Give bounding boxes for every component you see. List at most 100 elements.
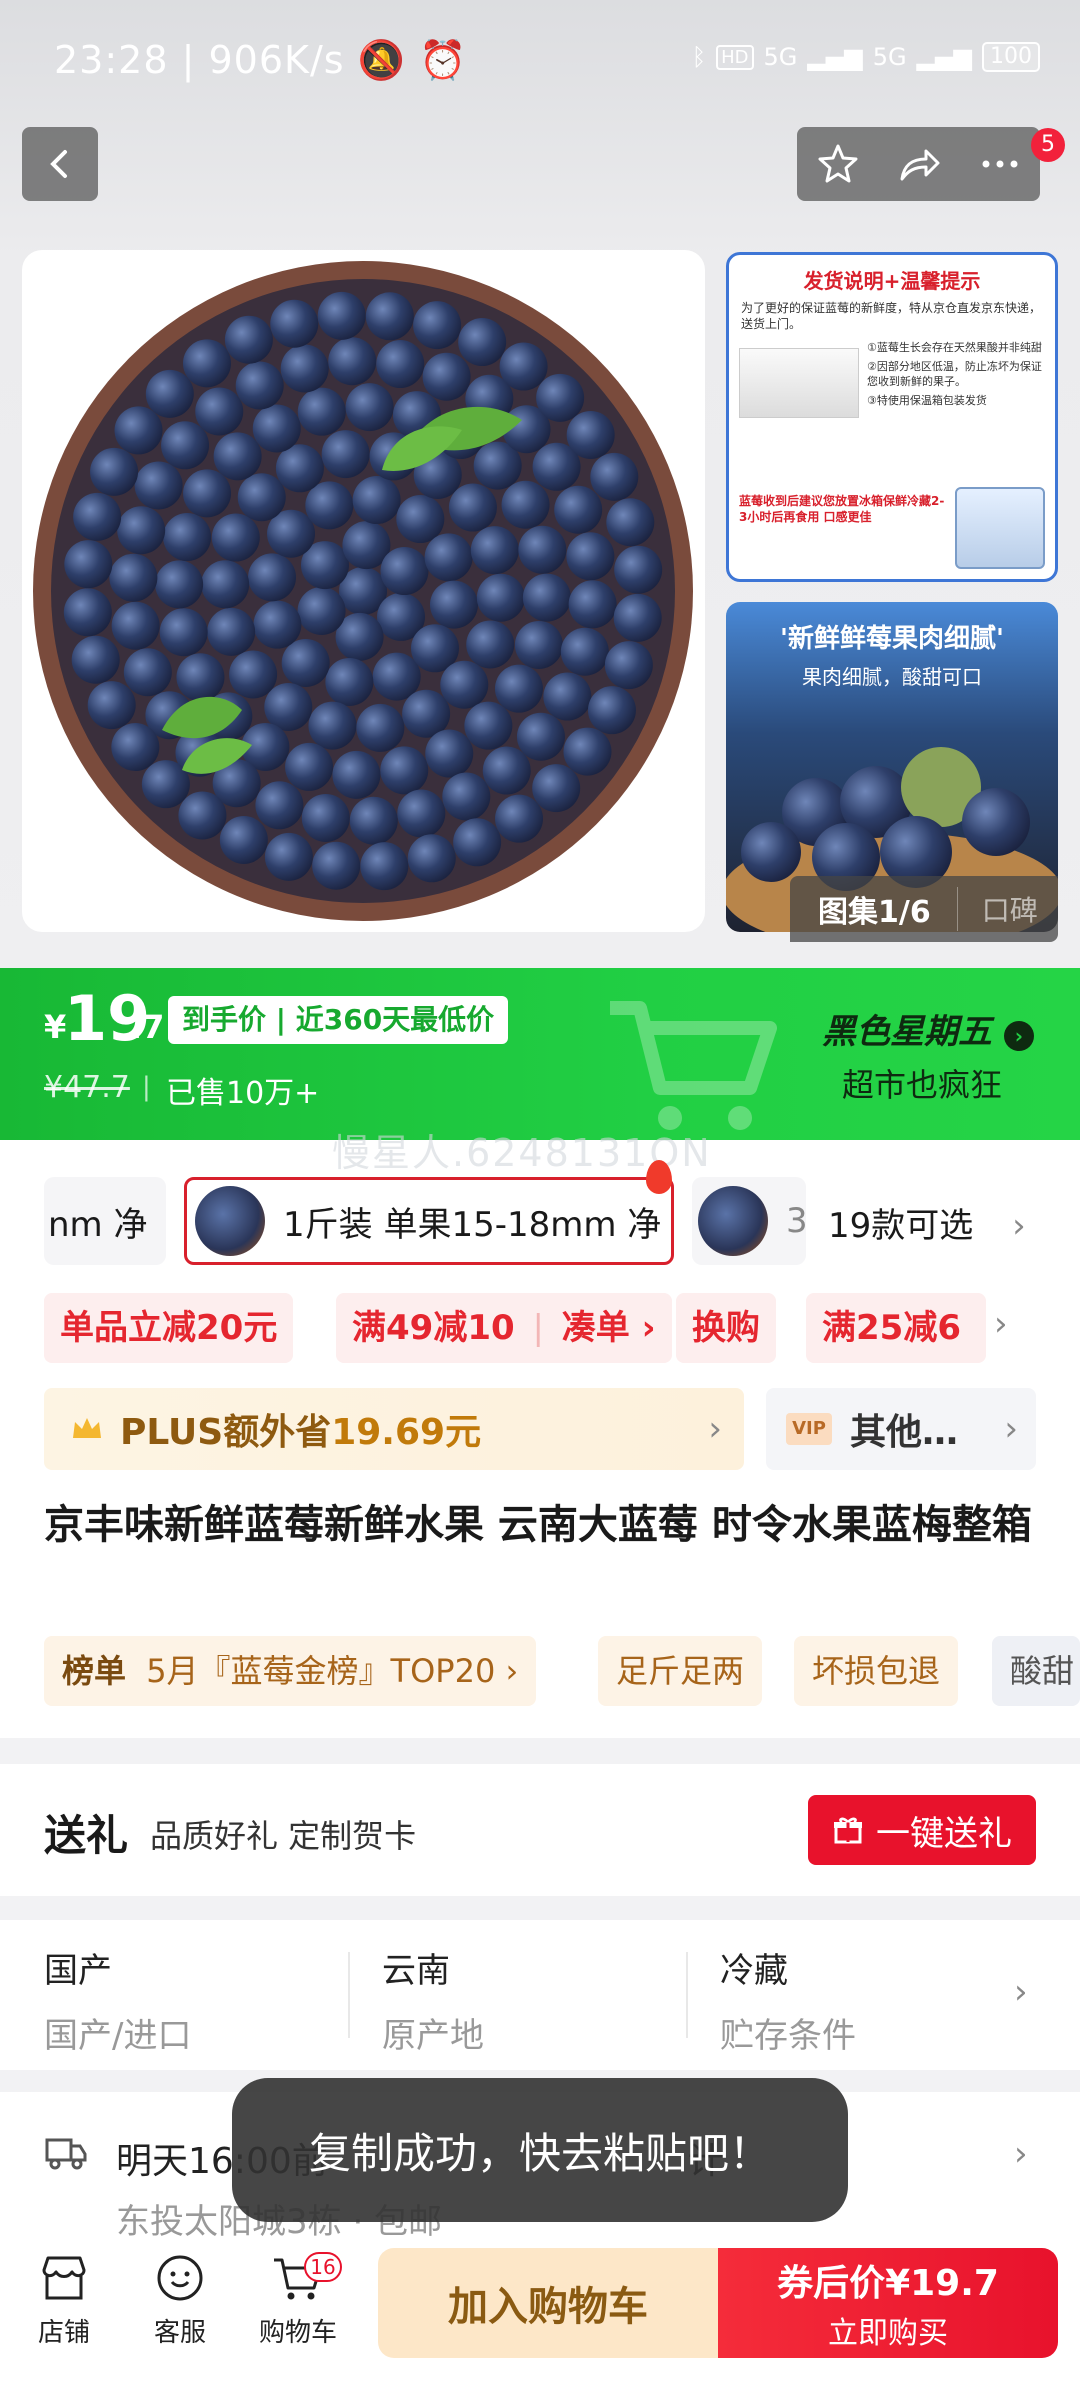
plus-amount: 19.69元	[331, 1412, 482, 1453]
signal-icon: ▂▄▆	[807, 43, 863, 71]
spec-option-selected-label: 1斤装 单果15-18mm 净	[283, 1204, 662, 1245]
blueberry	[270, 299, 319, 348]
chevron-right-icon: ›	[505, 1652, 519, 1690]
status-left: 23:28 | 906K/s 🔕 ⏰	[54, 38, 468, 82]
blueberry	[237, 473, 286, 522]
blueberry	[159, 608, 208, 657]
coupon-add-on-label: 凑单	[561, 1308, 630, 1348]
store-button[interactable]: 店铺	[14, 2248, 114, 2349]
blueberry	[328, 337, 377, 386]
tag-full-weight[interactable]: 足斤足两	[598, 1636, 763, 1706]
send-gift-button[interactable]: 一键送礼	[808, 1795, 1036, 1865]
black-friday-label[interactable]: 黑色星期五	[822, 1012, 992, 1052]
blueberry	[464, 701, 513, 750]
blueberry	[248, 553, 297, 602]
blueberry	[360, 842, 409, 891]
blueberry	[178, 791, 227, 840]
blueberry	[224, 315, 273, 364]
gallery-reviews[interactable]: 口碑	[958, 889, 1038, 929]
foam-box-image	[739, 348, 859, 418]
blueberry	[229, 650, 278, 699]
buy-now-label: 立即购买	[828, 2316, 948, 2351]
blueberry	[495, 794, 544, 843]
coupon-more-chevron-icon[interactable]: ›	[994, 1304, 1008, 1344]
blueberry	[422, 352, 471, 401]
more-icon[interactable]	[977, 141, 1023, 187]
chevron-right-icon: ›	[1012, 1206, 1026, 1246]
coupon-exchange[interactable]: 换购	[676, 1293, 776, 1363]
blueberry	[255, 781, 304, 830]
buy-now-button[interactable]: 券后价¥19.7 立即购买	[718, 2248, 1058, 2358]
blueberry	[522, 573, 571, 622]
rank-text: 5月『蓝莓金榜』TOP20	[146, 1652, 496, 1690]
blueberry	[356, 703, 405, 752]
star-icon[interactable]	[815, 141, 861, 187]
blueberry	[448, 483, 497, 532]
blueberry	[308, 701, 357, 750]
shipping-notice-image[interactable]: 发货说明+温馨提示 为了更好的保证蓝莓的新鲜度，特从京仓直发京东快递，送货上门。…	[726, 252, 1058, 582]
coupon-threshold[interactable]: 满49减10 | 凑单 ›	[336, 1293, 672, 1363]
attr-origin-value: 云南	[382, 1951, 450, 1991]
blueberry	[396, 495, 445, 544]
blueberry	[213, 432, 262, 481]
black-friday-subtitle: 超市也疯狂	[842, 1066, 1003, 1104]
back-button[interactable]	[22, 127, 98, 201]
add-to-cart-button[interactable]: 加入购物车	[378, 2248, 718, 2358]
chevron-right-icon: ›	[1004, 1409, 1018, 1449]
divider	[686, 1952, 688, 2038]
blueberry	[195, 387, 244, 436]
spec-count-label: 19款可选	[828, 1206, 974, 1246]
blueberry	[499, 342, 548, 391]
blueberry	[349, 796, 398, 845]
spec-count[interactable]: 19款可选 ›	[828, 1198, 1026, 1247]
status-right: ᛒ HD 5G ▂▄▆ 5G ▂▄▆ 100	[692, 42, 1040, 72]
hot-flame-icon	[646, 1160, 672, 1194]
blueberry	[442, 772, 491, 821]
blueberry	[63, 588, 112, 637]
blueberry	[163, 513, 212, 562]
truck-icon	[45, 2138, 87, 2170]
black-friday-title[interactable]: 黑色星期五 ›	[822, 1004, 1034, 1053]
blueberry	[155, 560, 204, 609]
blueberry	[560, 627, 609, 676]
vip-row[interactable]: VIP 其他… ›	[766, 1388, 1036, 1470]
coupon-threshold-2[interactable]: 满25减6	[806, 1293, 986, 1363]
coupon-instant-discount[interactable]: 单品立减20元	[44, 1293, 294, 1363]
gallery-count[interactable]: 图集1/6	[790, 887, 958, 931]
blueberry	[134, 461, 183, 510]
customer-service-button[interactable]: 客服	[130, 2248, 230, 2349]
blueberry	[109, 553, 158, 602]
chevron-right-icon: ›	[1014, 2134, 1028, 2174]
cart-label: 购物车	[258, 2318, 337, 2348]
main-product-image[interactable]	[22, 250, 705, 932]
blueberry	[494, 664, 543, 713]
gallery-counter[interactable]: 图集1/6 口碑	[790, 876, 1058, 942]
divider	[348, 1952, 350, 2038]
tag-damage-refund[interactable]: 坏损包退	[794, 1636, 959, 1706]
product-title[interactable]: 京丰味新鲜蓝莓新鲜水果 云南大蓝莓 时令水果蓝梅整箱	[44, 1496, 1034, 1554]
spec-option-selected[interactable]: 1斤装 单果15-18mm 净	[184, 1177, 674, 1265]
tag-sweet-sour[interactable]: 酸甜	[992, 1636, 1080, 1706]
blueberry	[466, 620, 515, 669]
blueberry	[117, 506, 166, 555]
store-icon	[42, 2256, 86, 2300]
rank-tag[interactable]: 榜单 5月『蓝莓金榜』TOP20 ›	[44, 1636, 537, 1706]
blueberry	[604, 641, 653, 690]
hd-icon: HD	[716, 44, 754, 70]
blueberry	[114, 406, 163, 455]
blueberry	[482, 746, 531, 795]
blueberry	[514, 620, 563, 669]
blueberry	[235, 361, 284, 410]
blueberry	[280, 344, 329, 393]
vip-badge-icon: VIP	[786, 1413, 832, 1445]
blueberry	[301, 793, 350, 842]
attr-storage-label: 贮存条件	[720, 2016, 856, 2056]
blueberry	[413, 301, 462, 350]
spec-option-next[interactable]: 3	[692, 1177, 806, 1265]
arrow-circle-icon: ›	[1003, 1021, 1034, 1051]
spec-option-prev[interactable]: nm 净	[44, 1177, 166, 1265]
blueberry	[317, 291, 366, 340]
share-icon[interactable]	[896, 141, 942, 187]
blueberry	[123, 648, 172, 697]
plus-savings-row[interactable]: PLUS额外省19.69元 ›	[44, 1388, 744, 1470]
